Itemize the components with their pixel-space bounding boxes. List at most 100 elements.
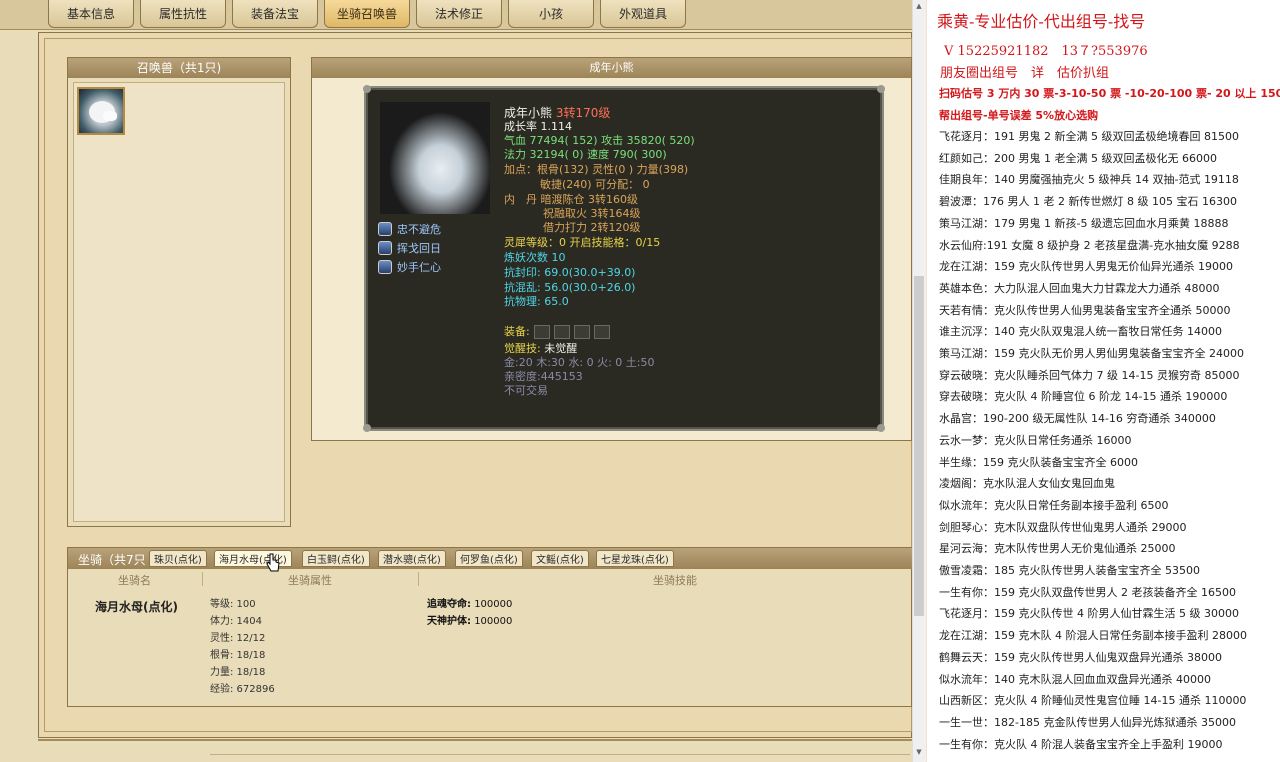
summon-list-panel: 召唤兽（共1只) bbox=[67, 57, 291, 527]
mount-tab-3[interactable]: 白玉鲟(点化) bbox=[302, 550, 370, 567]
mount-tab-2[interactable]: 海月水母(点化) bbox=[214, 550, 292, 567]
polar-bear-thumbnail[interactable] bbox=[77, 87, 125, 135]
neidan-1: 暗渡陈仓 3转160级 bbox=[540, 193, 639, 206]
column-separator bbox=[202, 572, 203, 586]
hp-value: 77494( 152) bbox=[529, 134, 598, 147]
listing-item: 飞花逐月：159 克火队传世 4 阶男人仙甘霖生活 5 级 30000 bbox=[939, 607, 1239, 621]
mount-tab-6[interactable]: 文鳐(点化) bbox=[531, 550, 589, 567]
equip-slot[interactable] bbox=[553, 325, 570, 339]
pet-level: 3转170级 bbox=[555, 106, 611, 120]
tab-equipment[interactable]: 装备法宝 bbox=[232, 0, 318, 28]
resist-physical: 抗物理: 65.0 bbox=[504, 295, 569, 308]
spd-label: 速度 bbox=[587, 148, 610, 161]
intimacy: 亲密度:445153 bbox=[504, 370, 583, 383]
corner-ornament bbox=[363, 85, 371, 93]
listing-pricing-line: 扫码估号 3 万内 30 票-3-10-50 票 -10-20-100 票- 2… bbox=[939, 87, 1280, 100]
frame-bottom-line-2 bbox=[210, 754, 910, 755]
awaken-label: 觉醒技: bbox=[504, 342, 541, 355]
equip-label: 装备: bbox=[504, 325, 530, 338]
col-mount-attrs: 坐骑属性 bbox=[288, 574, 332, 587]
mount-attr: 等级: 100 bbox=[210, 599, 256, 610]
mount-attr: 经验: 672896 bbox=[210, 684, 275, 695]
mount-attr: 灵性: 12/12 bbox=[210, 633, 266, 644]
awaken-line: 觉醒技: 未觉醒 bbox=[504, 342, 577, 356]
mount-tab-4[interactable]: 潜水骢(点化) bbox=[378, 550, 446, 567]
listing-item: 穿云破晓：克火队睡杀回气体力 7 级 14-15 灵猴穷奇 85000 bbox=[939, 368, 1240, 382]
pet-skill-3[interactable]: 妙手仁心 bbox=[378, 258, 441, 276]
listing-item: 傲雪凌霜：185 克火队传世男人装备宝宝齐全 53500 bbox=[939, 564, 1200, 577]
tab-attributes[interactable]: 属性抗性 bbox=[140, 0, 226, 28]
tab-child[interactable]: 小孩 bbox=[508, 0, 594, 28]
listing-item: 一生有你：159 克火队双盘传世男人 2 老孩装备齐全 16500 bbox=[939, 585, 1236, 599]
neidan-2: 祝融取火 3转164级 bbox=[543, 207, 641, 220]
pet-points: 加点：根骨(132) 灵性(0 ) 力量(398) bbox=[504, 163, 689, 176]
skill-icon bbox=[378, 241, 392, 255]
pet-points-2: 敏捷(240) 可分配： 0 bbox=[540, 178, 650, 191]
summon-list-body bbox=[73, 82, 285, 522]
listing-item: 一生有你：克火队 4 阶混人装备宝宝齐全上手盈利 19000 bbox=[939, 737, 1223, 751]
col-mount-name: 坐骑名 bbox=[118, 574, 151, 587]
listing-item: 半生缘：159 克火队装备宝宝齐全 6000 bbox=[939, 455, 1138, 469]
pet-skill-1[interactable]: 忠不避危 bbox=[378, 220, 441, 238]
tab-appearance[interactable]: 外观道具 bbox=[600, 0, 686, 28]
tab-basic-info[interactable]: 基本信息 bbox=[48, 0, 134, 28]
mount-name: 海月水母(点化) bbox=[95, 600, 178, 614]
scroll-down-icon[interactable]: ▼ bbox=[914, 748, 924, 758]
equip-slot[interactable] bbox=[533, 325, 550, 339]
spd-value: 790( 300) bbox=[612, 148, 667, 161]
summon-detail-title: 成年小熊 bbox=[312, 58, 911, 78]
listing-item: 策马江湖：159 克火队无价男人男仙男鬼装备宝宝齐全 24000 bbox=[939, 347, 1244, 360]
listing-phone: V 15225921182 13７?553976 bbox=[944, 44, 1148, 59]
listing-item: 龙在江湖：159 克火队传世男人男鬼无价仙异光通杀 19000 bbox=[939, 260, 1233, 274]
mount-tab-1[interactable]: 珠贝(点化) bbox=[149, 550, 207, 567]
listing-item: 英雄本色：大力队混人回血鬼大力甘霖龙大力通杀 48000 bbox=[939, 281, 1220, 295]
pet-growth: 成长率 1.114 bbox=[504, 120, 572, 133]
listing-guarantee-line: 帮出组号-单号误差 5%放心选购 bbox=[939, 109, 1099, 122]
atk-label: 攻击 bbox=[601, 134, 624, 147]
mount-skill-value: 100000 bbox=[474, 599, 513, 610]
scrollbar-thumb[interactable] bbox=[914, 276, 924, 616]
listing-item: 山西新区：克火队 4 阶睡仙灵性鬼宫位睡 14-15 通杀 110000 bbox=[939, 694, 1247, 708]
skill-icon bbox=[378, 260, 392, 274]
elements: 金:20 木:30 水: 0 火: 0 土:50 bbox=[504, 356, 655, 369]
scroll-up-icon[interactable]: ▲ bbox=[914, 2, 924, 12]
listing-item: 飞花逐月：191 男鬼 2 新全满 5 级双回孟极绝境春回 81500 bbox=[939, 130, 1239, 143]
tab-mounts-summons[interactable]: 坐骑召唤兽 bbox=[324, 0, 410, 28]
listing-item: 凌烟阁：克水队混人女仙女鬼回血鬼 bbox=[939, 477, 1115, 491]
listing-item: 云水一梦：克火队日常任务通杀 16000 bbox=[939, 433, 1132, 447]
hp-label: 气血 bbox=[504, 134, 526, 147]
summon-list-title: 召唤兽（共1只) bbox=[68, 58, 290, 78]
skill-icon bbox=[378, 222, 392, 236]
listing-item: 龙在江湖：159 克木队 4 阶混人日常任务副本接手盈利 28000 bbox=[939, 629, 1247, 643]
listing-item: 一生一世：182-185 克金队传世男人仙异光炼狱通杀 35000 bbox=[939, 715, 1236, 729]
mount-attr: 体力: 1404 bbox=[210, 616, 262, 627]
lianyao-count: 炼妖次数 10 bbox=[504, 251, 566, 264]
listing-item: 似水流年：140 克木队混人回血血双盘异光通杀 40000 bbox=[939, 672, 1211, 686]
mp-value: 32194( 0) bbox=[529, 148, 584, 161]
tab-spell-correction[interactable]: 法术修正 bbox=[416, 0, 502, 28]
frame-bottom-line bbox=[38, 739, 912, 741]
bear-snout-shape bbox=[103, 111, 117, 121]
corner-ornament bbox=[877, 424, 885, 432]
resist-seal: 抗封印: 69.0(30.0+39.0) bbox=[504, 266, 636, 279]
pet-mp-spd: 法力 32194( 0) 速度 790( 300) bbox=[504, 148, 667, 162]
mount-skill: 天神护体: 100000 bbox=[427, 613, 512, 630]
listing-item: 水云仙府:191 女魔 8 级护身 2 老孩星盘满-克水抽女魔 9288 bbox=[939, 238, 1240, 252]
mount-attr: 根骨: 18/18 bbox=[210, 650, 266, 661]
mount-tab-7[interactable]: 七星龙珠(点化) bbox=[596, 550, 674, 567]
pet-name: 成年小熊 bbox=[504, 106, 553, 120]
equip-slot[interactable] bbox=[573, 325, 590, 339]
listing-item: 穿去破晓：克火队 4 阶睡宫位 6 阶龙 14-15 通杀 190000 bbox=[939, 390, 1228, 404]
trade-status: 不可交易 bbox=[504, 384, 548, 397]
atk-value: 35820( 520) bbox=[626, 134, 695, 147]
equip-slot[interactable] bbox=[593, 325, 610, 339]
skill-name: 挥戈回日 bbox=[397, 242, 441, 255]
mount-tab-5[interactable]: 何罗鱼(点化) bbox=[455, 550, 523, 567]
corner-ornament bbox=[877, 85, 885, 93]
mp-label: 法力 bbox=[504, 148, 526, 161]
mount-skill-value: 100000 bbox=[474, 616, 513, 627]
listing-item: 碧波潭：176 男人 1 老 2 新传世燃灯 8 级 105 宝石 16300 bbox=[939, 195, 1237, 209]
listing-item: 谁主沉浮：140 克火队双鬼混人统一畜牧日常任务 14000 bbox=[939, 325, 1222, 339]
pet-skill-2[interactable]: 挥戈回日 bbox=[378, 239, 441, 257]
equip-line: 装备: bbox=[504, 325, 610, 339]
